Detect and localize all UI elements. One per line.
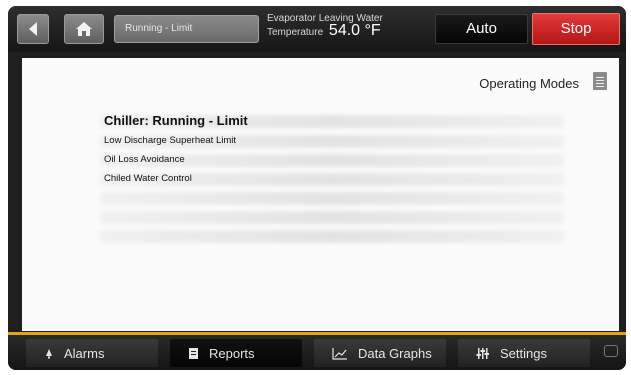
app-frame: Running - Limit Evaporator Leaving Water…: [8, 6, 626, 370]
home-button[interactable]: [64, 14, 104, 44]
tab-reports[interactable]: Reports: [170, 339, 302, 367]
mode-line: Low Discharge Superheat Limit: [104, 135, 237, 146]
tab-label: Alarms: [64, 345, 105, 361]
chiller-title: Chiller: Running - Limit: [104, 113, 248, 128]
chiller-status-text: Running - Limit: [125, 23, 193, 34]
tab-label: Settings: [500, 345, 547, 361]
sliders-icon: [476, 347, 489, 359]
evap-label-line2: Temperature: [267, 27, 324, 38]
back-button[interactable]: [17, 14, 49, 44]
chiller-status-button[interactable]: Running - Limit: [114, 15, 259, 43]
bell-icon: [46, 348, 52, 358]
auto-button[interactable]: Auto: [435, 14, 528, 44]
home-icon: [76, 22, 92, 36]
blurred-row: [100, 211, 564, 224]
mode-line: Chiled Water Control: [104, 173, 192, 184]
document-icon: [189, 347, 198, 359]
chat-icon[interactable]: [604, 345, 618, 357]
operating-modes-panel: Operating Modes Chiller: Running - Limit…: [22, 58, 619, 331]
operating-modes-link[interactable]: Operating Modes: [479, 76, 579, 91]
tab-alarms[interactable]: Alarms: [26, 339, 158, 367]
graph-icon: [332, 347, 347, 360]
evap-temp-value: 54.0 °F: [328, 22, 381, 39]
tab-data-graphs[interactable]: Data Graphs: [314, 339, 446, 367]
stop-button[interactable]: Stop: [532, 13, 620, 45]
blurred-row: [100, 192, 564, 205]
mode-line: Oil Loss Avoidance: [104, 154, 185, 165]
bottom-nav: Alarms Reports Data Graphs Settings: [8, 335, 626, 370]
document-icon[interactable]: [593, 72, 607, 90]
tab-settings[interactable]: Settings: [458, 339, 590, 367]
evap-leaving-water-temp: Evaporator Leaving Water Temperature 54.…: [267, 13, 383, 39]
tab-label: Data Graphs: [358, 345, 432, 361]
top-bar: Running - Limit Evaporator Leaving Water…: [8, 6, 626, 52]
back-arrow-icon: [29, 22, 37, 36]
tab-label: Reports: [209, 345, 255, 361]
blurred-row: [100, 230, 564, 243]
